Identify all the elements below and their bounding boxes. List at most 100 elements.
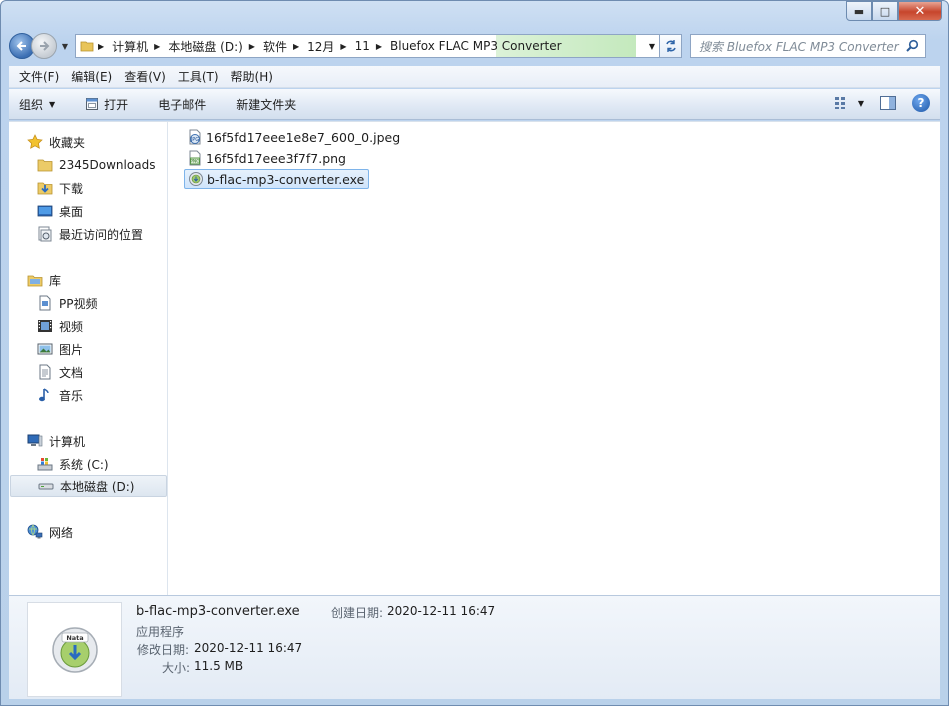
folder-icon [76,39,98,53]
nav-downloads[interactable]: 下载 [37,177,83,199]
exe-file-icon [188,171,204,187]
navigation-pane: 收藏夹 2345Downloads 下载 桌面 最近访问的位置 库 PP视频 视… [9,122,168,595]
nav-desktop[interactable]: 桌面 [37,200,83,222]
help-icon[interactable]: ? [912,94,930,112]
details-created-value: 2020-12-11 16:47 [387,604,496,618]
breadcrumb-label: 本地磁盘 (D:) [168,39,243,54]
preview-pane-icon[interactable] [880,96,896,110]
organize-label: 组织 [19,97,44,112]
chevron-right-icon[interactable]: ▶ [293,42,299,51]
breadcrumb-drive-d[interactable]: 本地磁盘 (D:) ▶ [168,38,263,55]
document-icon [37,364,53,380]
chevron-right-icon[interactable]: ▶ [340,42,346,51]
email-label: 电子邮件 [158,97,207,112]
explorer-body: 收藏夹 2345Downloads 下载 桌面 最近访问的位置 库 PP视频 视… [9,121,940,595]
breadcrumb-current-folder[interactable]: Bluefox FLAC MP3 Converter [390,39,562,53]
command-bar: 组织 ▼ 打开 电子邮件 新建文件夹 ▼ ? [9,89,940,120]
details-modified-value: 2020-12-11 16:47 [194,641,303,655]
details-pane: Nata b-flac-mp3-converter.exe 应用程序 创建日期:… [9,595,940,699]
file-name: b-flac-mp3-converter.exe [207,171,365,187]
nav-label: 文档 [59,365,84,380]
email-button[interactable]: 电子邮件 [158,96,206,113]
refresh-icon [665,40,676,52]
explorer-window: ▬ □ ✕ ▼ ▶ 计算机 ▶ 本地磁盘 (D:) ▶ 软件 ▶ 12月 ▶ 11 ▶ B… [0,0,949,706]
minimize-button[interactable]: ▬ [846,1,872,21]
breadcrumb-label: Bluefox FLAC MP3 Converter [390,39,562,53]
file-item-jpeg[interactable]: JPG 16f5fd17eee1e8e7_600_0.jpeg [184,127,404,147]
breadcrumb-label: 软件 [262,39,287,54]
chevron-down-icon: ▼ [857,98,864,108]
organize-button[interactable]: 组织 ▼ [19,96,55,113]
nav-music[interactable]: 音乐 [37,384,83,406]
nav-pictures[interactable]: 图片 [37,338,83,360]
desktop-icon [37,203,53,219]
nav-drive-c[interactable]: 系统 (C:) [37,453,109,475]
menu-edit[interactable]: 编辑(E) [65,68,118,85]
file-thumbnail: Nata [27,602,122,697]
breadcrumb-computer[interactable]: 计算机 ▶ [112,38,168,55]
file-item-exe[interactable]: b-flac-mp3-converter.exe [184,169,370,189]
music-note-icon [37,387,53,403]
nav-label: 网络 [49,525,74,540]
navigation-row: ▼ ▶ 计算机 ▶ 本地磁盘 (D:) ▶ 软件 ▶ 12月 ▶ 11 ▶ Bluefox… [9,31,940,61]
arrow-left-icon [16,41,26,51]
chevron-right-icon[interactable]: ▶ [376,42,382,51]
forward-button[interactable] [31,33,57,59]
nav-drive-d[interactable]: 本地磁盘 (D:) [10,475,167,497]
menu-view[interactable]: 查看(V) [118,68,172,85]
menu-help[interactable]: 帮助(H) [225,68,279,85]
nav-documents[interactable]: 文档 [37,361,83,383]
chevron-right-icon: ▶ [98,41,105,51]
caption-buttons: ▬ □ ✕ [846,1,942,21]
view-options-button[interactable]: ▼ [834,96,864,110]
details-size-label: 大小: [162,661,191,675]
file-name: 16f5fd17eee3f7f7.png [206,150,346,166]
nav-favorites[interactable]: 收藏夹 [27,131,85,153]
nav-label: 收藏夹 [49,135,86,150]
app-thumbnail-icon: Nata [51,626,98,673]
library-icon [27,272,43,288]
breadcrumb-december[interactable]: 12月 ▶ [307,38,354,55]
svg-text:PNG: PNG [190,159,200,165]
search-input[interactable]: 搜索 Bluefox FLAC MP3 Converter [690,34,926,58]
nav-network[interactable]: 网络 [27,521,73,543]
new-folder-button[interactable]: 新建文件夹 [236,96,296,113]
open-button[interactable]: 打开 [85,96,128,113]
nav-computer[interactable]: 计算机 [27,430,85,452]
nav-recent-places[interactable]: 最近访问的位置 [37,223,143,245]
open-label: 打开 [104,97,129,112]
nav-pp-video[interactable]: PP视频 [37,292,97,314]
address-history-dropdown[interactable]: ▼ [649,42,655,51]
recent-pages-dropdown[interactable]: ▼ [59,42,71,51]
chevron-down-icon: ▼ [49,99,56,109]
details-filetype: 应用程序 [136,625,185,639]
nav-label: 下载 [59,181,84,196]
search-placeholder: 搜索 Bluefox FLAC MP3 Converter [699,39,899,54]
close-button[interactable]: ✕ [898,1,942,21]
address-bar[interactable]: ▶ 计算机 ▶ 本地磁盘 (D:) ▶ 软件 ▶ 12月 ▶ 11 ▶ Bluefox F… [75,34,660,58]
nav-videos[interactable]: 视频 [37,315,83,337]
nav-2345downloads[interactable]: 2345Downloads [37,154,155,176]
hard-drive-icon [38,478,54,494]
nav-label: 2345Downloads [59,158,156,172]
menu-bar: 文件(F) 编辑(E) 查看(V) 工具(T) 帮助(H) [9,66,940,88]
menu-file[interactable]: 文件(F) [13,68,65,85]
nav-label: PP视频 [59,296,98,311]
search-icon[interactable] [905,39,919,53]
menu-tools[interactable]: 工具(T) [172,68,225,85]
nav-label: 计算机 [49,434,86,449]
chevron-right-icon[interactable]: ▶ [154,42,160,51]
computer-icon [27,433,43,449]
file-item-png[interactable]: PNG 16f5fd17eee3f7f7.png [184,148,350,168]
nav-libraries[interactable]: 库 [27,269,61,291]
maximize-button[interactable]: □ [872,1,898,21]
chevron-right-icon[interactable]: ▶ [249,42,255,51]
system-drive-icon [37,456,53,472]
refresh-button[interactable] [660,34,682,58]
breadcrumb-11[interactable]: 11 ▶ [355,39,390,53]
nav-label: 音乐 [59,388,84,403]
breadcrumb-software[interactable]: 软件 ▶ [263,38,307,55]
details-size-value: 11.5 MB [194,659,244,673]
breadcrumb-label: 计算机 [112,39,149,54]
arrow-right-icon [40,41,50,51]
